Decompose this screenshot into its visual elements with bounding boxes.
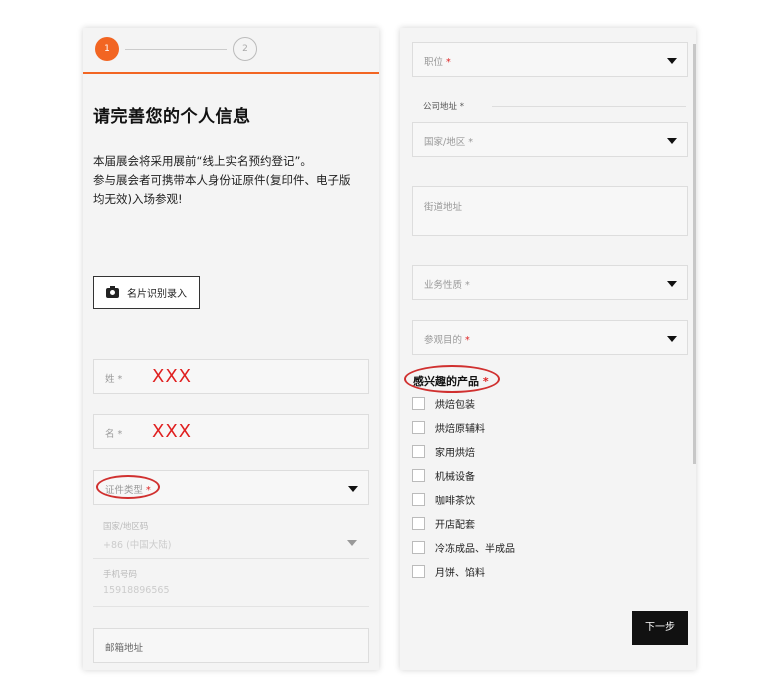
- phone-field[interactable]: 手机号码 15918896565: [93, 565, 369, 603]
- chevron-down-icon: [347, 540, 357, 546]
- position-label: 职位 *: [424, 57, 451, 68]
- next-step-button[interactable]: 下一步: [632, 611, 688, 645]
- annotation-circle: [96, 475, 160, 499]
- visit-purpose-select[interactable]: 参观目的 *: [412, 320, 688, 355]
- product-option[interactable]: 冷冻成品、半成品: [412, 540, 515, 555]
- given-name-value: XXX: [152, 421, 192, 442]
- surname-field[interactable]: 姓 * XXX: [93, 359, 369, 394]
- given-name-field[interactable]: 名 * XXX: [93, 414, 369, 449]
- business-card-scan-button[interactable]: 名片识别录入: [93, 276, 200, 309]
- chevron-down-icon: [348, 486, 358, 492]
- page-title: 请完善您的个人信息: [93, 107, 251, 127]
- stepper: 1 2: [83, 28, 379, 74]
- street-address-textarea[interactable]: 街道地址: [412, 186, 688, 236]
- product-option[interactable]: 烘焙原辅料: [412, 420, 485, 435]
- step-2-indicator: 2: [233, 37, 257, 61]
- product-option[interactable]: 月饼、馅料: [412, 564, 485, 579]
- position-select[interactable]: 职位 *: [412, 42, 688, 77]
- email-field[interactable]: 邮箱地址: [93, 628, 369, 663]
- checkbox[interactable]: [412, 421, 425, 434]
- country-code-label: 国家/地区码: [103, 522, 149, 532]
- product-option[interactable]: 开店配套: [412, 516, 475, 531]
- surname-value: XXX: [152, 366, 192, 387]
- checkbox[interactable]: [412, 469, 425, 482]
- notice-line-2: 参与展会者可携带本人身份证原件(复印件、电子版: [93, 173, 351, 187]
- phone-label: 手机号码: [103, 570, 138, 580]
- given-name-label: 名 *: [105, 429, 123, 440]
- product-option[interactable]: 咖啡茶饮: [412, 492, 475, 507]
- email-label: 邮箱地址: [105, 643, 144, 654]
- annotation-circle: [404, 365, 500, 393]
- checkbox[interactable]: [412, 541, 425, 554]
- checkbox[interactable]: [412, 493, 425, 506]
- divider: [492, 106, 686, 107]
- product-option[interactable]: 机械设备: [412, 468, 475, 483]
- checkbox[interactable]: [412, 565, 425, 578]
- notice-line-1: 本届展会将采用展前“线上实名预约登记”。: [93, 154, 312, 168]
- divider: [93, 558, 369, 559]
- scrollbar[interactable]: [693, 44, 696, 464]
- street-address-placeholder: 街道地址: [424, 202, 463, 213]
- stepper-line: [125, 49, 227, 50]
- chevron-down-icon: [667, 336, 677, 342]
- checkbox[interactable]: [412, 397, 425, 410]
- company-address-label: 公司地址 *: [423, 102, 464, 112]
- chevron-down-icon: [667, 281, 677, 287]
- business-card-scan-label: 名片识别录入: [127, 289, 187, 300]
- personal-info-form-panel: 1 2 请完善您的个人信息 本届展会将采用展前“线上实名预约登记”。 参与展会者…: [83, 28, 379, 670]
- visit-purpose-label: 参观目的 *: [424, 335, 470, 346]
- chevron-down-icon: [667, 58, 677, 64]
- notice-line-3: 均无效)入场参观!: [93, 192, 183, 206]
- camera-icon: [106, 285, 119, 298]
- step-1-indicator: 1: [95, 37, 119, 61]
- divider: [93, 606, 369, 607]
- checkbox[interactable]: [412, 445, 425, 458]
- chevron-down-icon: [667, 138, 677, 144]
- country-code-select[interactable]: 国家/地区码 +86 (中国大陆): [93, 517, 369, 555]
- business-type-label: 业务性质 *: [424, 280, 470, 291]
- country-code-value: +86 (中国大陆): [103, 540, 172, 551]
- country-select[interactable]: 国家/地区 *: [412, 122, 688, 157]
- business-type-select[interactable]: 业务性质 *: [412, 265, 688, 300]
- phone-value: 15918896565: [103, 585, 170, 596]
- country-label: 国家/地区 *: [424, 137, 473, 148]
- surname-label: 姓 *: [105, 374, 123, 385]
- product-option[interactable]: 烘焙包装: [412, 396, 475, 411]
- registration-notice: 本届展会将采用展前“线上实名预约登记”。 参与展会者可携带本人身份证原件(复印件…: [93, 152, 373, 209]
- product-option[interactable]: 家用烘焙: [412, 444, 475, 459]
- company-info-form-panel: 职位 * 公司地址 * 国家/地区 * 街道地址 业务性质 * 参观目的 * 感…: [400, 28, 696, 670]
- checkbox[interactable]: [412, 517, 425, 530]
